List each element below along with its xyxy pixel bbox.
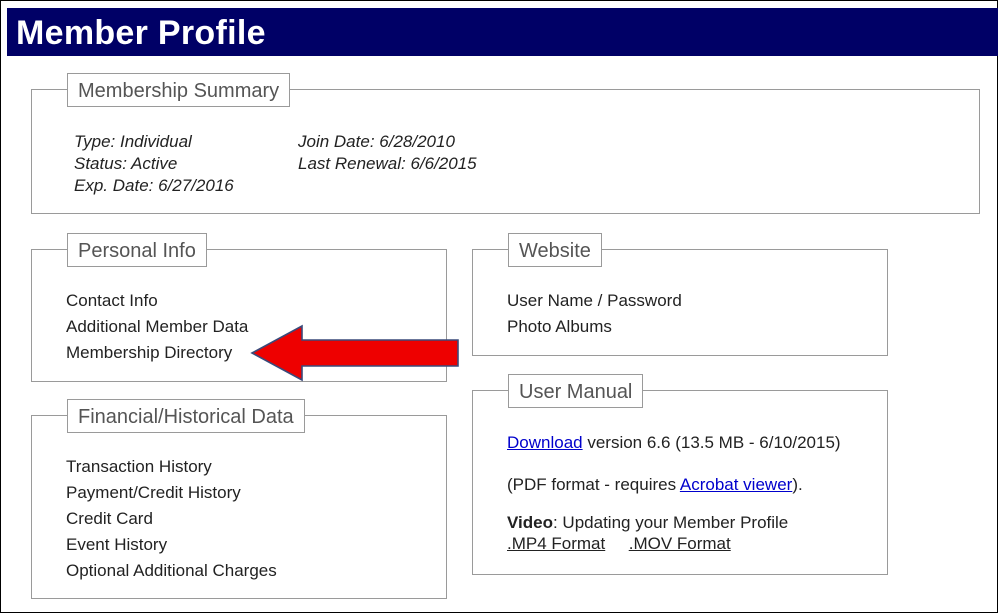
video-line: Video: Updating your Member Profile xyxy=(507,513,788,533)
transaction-history-link[interactable]: Transaction History xyxy=(66,454,277,480)
page-title: Member Profile xyxy=(16,14,266,52)
video-format-line: .MP4 Format .MOV Format xyxy=(507,534,731,554)
membership-join-date: Join Date: 6/28/2010 xyxy=(298,132,455,151)
website-legend: Website xyxy=(508,233,602,267)
membership-summary-panel: Membership Summary Type: Individual Stat… xyxy=(31,73,980,214)
membership-type: Type: Individual xyxy=(74,132,192,151)
personal-info-list: Contact Info Additional Member Data Memb… xyxy=(66,288,248,366)
financial-list: Transaction History Payment/Credit Histo… xyxy=(66,454,277,584)
acrobat-viewer-link[interactable]: Acrobat viewer xyxy=(680,475,792,494)
website-list: User Name / Password Photo Albums xyxy=(507,288,682,340)
download-text: version 6.6 (13.5 MB - 6/10/2015) xyxy=(582,433,841,452)
user-manual-panel: User Manual Download version 6.6 (13.5 M… xyxy=(472,374,888,575)
pdf-suffix: ). xyxy=(792,475,803,494)
credit-card-link[interactable]: Credit Card xyxy=(66,506,277,532)
payment-credit-history-link[interactable]: Payment/Credit History xyxy=(66,480,277,506)
membership-last-renewal: Last Renewal: 6/6/2015 xyxy=(298,154,477,173)
download-link[interactable]: Download xyxy=(507,433,583,452)
page-header: Member Profile xyxy=(7,8,998,56)
membership-directory-link[interactable]: Membership Directory xyxy=(66,340,248,366)
red-arrow-icon xyxy=(250,324,459,382)
download-line: Download version 6.6 (13.5 MB - 6/10/201… xyxy=(507,433,841,453)
website-panel: Website User Name / Password Photo Album… xyxy=(472,233,888,356)
event-history-link[interactable]: Event History xyxy=(66,532,277,558)
membership-status: Status: Active xyxy=(74,154,178,173)
financial-panel: Financial/Historical Data Transaction Hi… xyxy=(31,399,447,599)
mov-format-link[interactable]: .MOV Format xyxy=(629,534,731,553)
video-text: : Updating your Member Profile xyxy=(552,513,789,532)
user-manual-legend: User Manual xyxy=(508,374,644,408)
membership-summary-legend: Membership Summary xyxy=(67,73,291,107)
pdf-prefix: (PDF format - requires xyxy=(507,475,680,494)
username-password-link[interactable]: User Name / Password xyxy=(507,288,682,314)
contact-info-link[interactable]: Contact Info xyxy=(66,288,248,314)
financial-legend: Financial/Historical Data xyxy=(67,399,305,433)
membership-exp-date: Exp. Date: 6/27/2016 xyxy=(74,176,234,195)
mp4-format-link[interactable]: .MP4 Format xyxy=(507,534,605,553)
optional-charges-link[interactable]: Optional Additional Charges xyxy=(66,558,277,584)
pdf-line: (PDF format - requires Acrobat viewer). xyxy=(507,475,803,495)
additional-member-data-link[interactable]: Additional Member Data xyxy=(66,314,248,340)
video-label: Video xyxy=(507,513,553,532)
personal-info-legend: Personal Info xyxy=(67,233,207,267)
photo-albums-link[interactable]: Photo Albums xyxy=(507,314,682,340)
